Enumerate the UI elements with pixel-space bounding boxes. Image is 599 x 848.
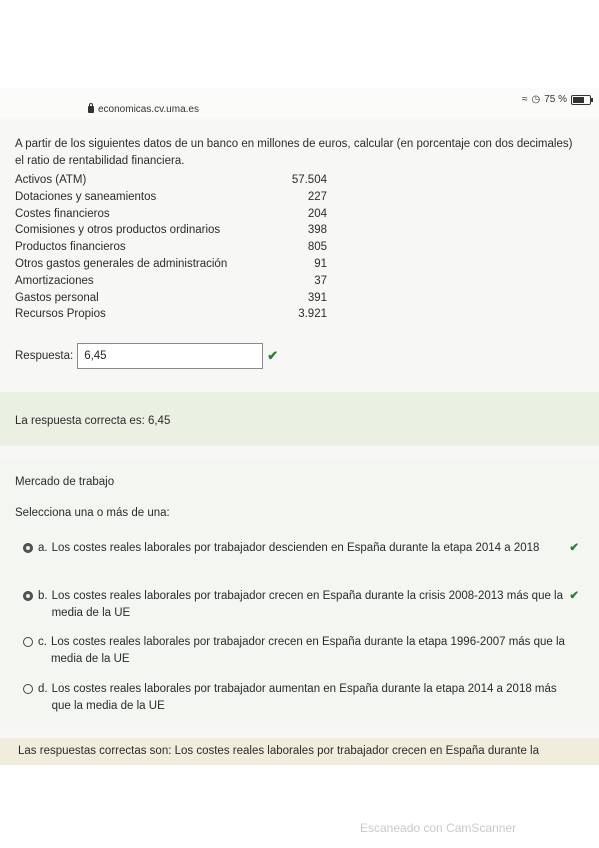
alarm-icon: ◷ — [531, 94, 541, 105]
option-letter: b. — [38, 590, 48, 602]
battery-fill — [573, 96, 584, 103]
feedback-panel: La respuesta correcta es: 6,45 — [0, 392, 599, 446]
data-row-value: 91 — [314, 257, 327, 270]
correct-answers-panel: Las respuestas correctas son: Los costes… — [0, 738, 599, 765]
data-row: Dotaciones y saneamientos 227 — [15, 189, 327, 206]
checkbox-checked-icon[interactable] — [23, 591, 33, 601]
data-row-label: Amortizaciones — [15, 274, 94, 287]
data-row-value: 3.921 — [298, 308, 327, 321]
checkbox-icon[interactable] — [23, 684, 33, 694]
question2-title: Mercado de trabajo — [15, 476, 115, 488]
answer-row: Respuesta: ✔ — [15, 343, 278, 369]
checkbox-checked-icon[interactable] — [23, 543, 33, 553]
data-row-value: 391 — [307, 291, 327, 304]
question1-text: A partir de los siguientes datos de un b… — [15, 138, 573, 167]
data-table: Activos (ATM) 57.504 Dotaciones y saneamie… — [15, 172, 327, 323]
option-text: Los costes reales laborales por trabajad… — [51, 590, 564, 619]
data-row-label: Otros gastos generales de administración — [15, 257, 228, 270]
option-text: Los costes reales laborales por trabajad… — [50, 636, 565, 665]
url-text: economicas.cv.uma.es — [98, 104, 199, 115]
option-a[interactable]: a. Los costes reales laborales por trabaj… — [23, 540, 579, 557]
question2-prompt: Selecciona una o más de una: — [15, 507, 170, 519]
data-row-label: Costes financieros — [15, 207, 110, 220]
data-row: Recursos Propios 3.921 — [15, 306, 327, 323]
option-c[interactable]: c. Los costes reales laborales por trabaj… — [23, 634, 579, 668]
correct-answers-text: Las respuestas correctas son: Los costes… — [18, 745, 539, 757]
status-icons: ≈ ◷ 75 % — [521, 94, 593, 105]
lock-icon — [88, 103, 94, 113]
data-row-value: 805 — [307, 241, 327, 254]
browser-status-bar: economicas.cv.uma.es ≈ ◷ 75 % — [0, 88, 599, 118]
battery-icon — [571, 94, 593, 105]
option-text: Los costes reales laborales por trabajad… — [51, 542, 540, 554]
data-row-label: Productos financieros — [15, 241, 126, 254]
correct-check-icon: ✔ — [569, 590, 579, 602]
option-letter: d. — [38, 683, 48, 695]
data-row-value: 57.504 — [291, 174, 327, 186]
data-row-label: Activos (ATM) — [15, 174, 87, 186]
data-row: Otros gastos generales de administración… — [15, 256, 327, 273]
checkbox-icon[interactable] — [23, 637, 33, 647]
option-b[interactable]: b. Los costes reales laborales por trabaj… — [23, 588, 579, 622]
address-bar[interactable]: economicas.cv.uma.es — [88, 103, 199, 115]
camscanner-watermark: Escaneado con CamScanner — [360, 821, 517, 835]
data-row-value: 37 — [314, 274, 327, 287]
correct-check-icon: ✔ — [267, 348, 279, 363]
data-row-value: 398 — [307, 224, 327, 237]
answer-label: Respuesta: — [15, 350, 74, 362]
data-row-label: Recursos Propios — [15, 308, 106, 321]
answer-input[interactable] — [77, 343, 264, 369]
option-letter: a. — [38, 542, 48, 554]
data-row: Comisiones y otros productos ordinarios 3… — [15, 222, 327, 239]
data-row: Amortizaciones 37 — [15, 273, 327, 290]
option-d[interactable]: d. Los costes reales laborales por trabaj… — [23, 681, 579, 715]
data-row: Activos (ATM) 57.504 — [15, 172, 327, 189]
data-row: Gastos personal 391 — [15, 290, 327, 307]
question2-panel: Mercado de trabajo Selecciona una o más … — [0, 458, 599, 728]
data-row-value: 227 — [307, 190, 327, 203]
data-row: Productos financieros 805 — [15, 239, 327, 256]
battery-percent: 75 % — [544, 94, 567, 105]
data-row: Costes financieros 204 — [15, 206, 327, 223]
wifi-icon: ≈ — [521, 94, 528, 105]
data-row-label: Gastos personal — [15, 291, 99, 304]
correct-check-icon: ✔ — [569, 542, 579, 554]
data-row-label: Comisiones y otros productos ordinarios — [15, 224, 221, 237]
feedback-text: La respuesta correcta es: 6,45 — [15, 415, 171, 427]
option-text: Los costes reales laborales por trabajad… — [51, 683, 557, 712]
data-row-value: 204 — [307, 207, 327, 220]
data-row-label: Dotaciones y saneamientos — [15, 190, 157, 203]
quiz-page: economicas.cv.uma.es ≈ ◷ 75 % A partir d… — [0, 88, 599, 765]
option-letter: c. — [38, 636, 47, 648]
